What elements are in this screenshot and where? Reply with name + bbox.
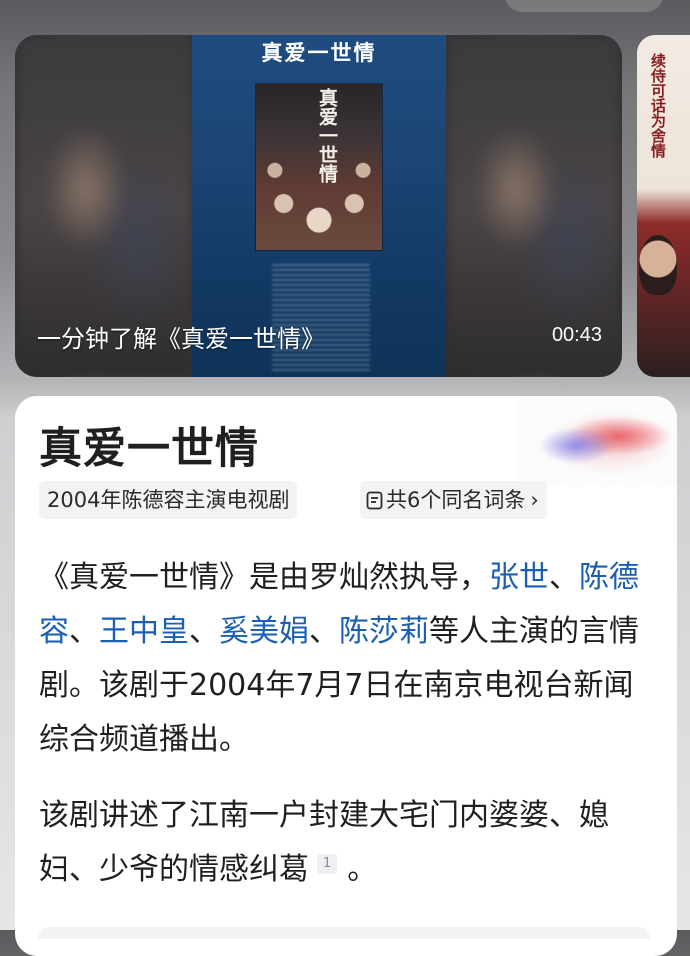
separator: 、 [189, 614, 219, 649]
next-video-thumbnail [639, 235, 677, 295]
top-search-pill[interactable] [505, 0, 663, 12]
entry-title: 真爱一世情 [39, 424, 259, 474]
homonym-entries-button[interactable]: 共6个同名词条 › [360, 481, 547, 519]
separator: 、 [549, 560, 579, 595]
citation-marker[interactable]: 1 [317, 854, 338, 874]
separator: 、 [309, 614, 339, 649]
actor-link-xi-meijuan[interactable]: 奚美娟 [219, 614, 309, 649]
video-card[interactable]: 真爱一世情 真爱一世情 一分钟了解《真爱一世情》 00:43 [15, 35, 622, 377]
entry-summary-paragraph: 《真爱一世情》是由罗灿然执导，张世、陈德容、王中皇、奚美娟、陈莎莉等人主演的言情… [39, 551, 659, 767]
poster-cover-title: 真爱一世情 [316, 88, 338, 183]
poster-title: 真爱一世情 [261, 41, 377, 65]
next-video-card[interactable]: 续侍可话为舍情 [637, 35, 690, 377]
actor-link-wang-zhonghuang[interactable]: 王中皇 [99, 614, 189, 649]
plot-end: 。 [347, 852, 378, 887]
separator: 、 [69, 614, 99, 649]
document-icon [366, 491, 383, 510]
video-caption: 一分钟了解《真爱一世情》 [37, 325, 325, 353]
redaction-scribble [272, 263, 370, 371]
homonym-entries-label: 共6个同名词条 [386, 488, 526, 512]
actor-link-chen-shali[interactable]: 陈莎莉 [339, 614, 429, 649]
entry-subtitle-tag: 2004年陈德容主演电视剧 [39, 481, 298, 519]
next-section-card [38, 927, 650, 939]
summary-intro: 《真爱一世情》是由罗灿然执导， [39, 560, 489, 595]
entry-plot-paragraph: 该剧讲述了江南一户封建大宅门内婆婆、媳妇、少爷的情感纠葛 1。 [39, 789, 659, 897]
actor-link-zhang-shi[interactable]: 张世 [489, 560, 549, 595]
chevron-right-icon: › [530, 488, 539, 512]
next-video-card-text: 续侍可话为舍情 [649, 53, 667, 158]
video-duration: 00:43 [551, 324, 602, 346]
poster-cover-image: 真爱一世情 [256, 84, 382, 250]
entry-info-card: 真爱一世情 2004年陈德容主演电视剧 共6个同名词条 › 《真爱一世情》是由罗灿… [15, 390, 687, 956]
redaction-scribble [517, 390, 687, 486]
